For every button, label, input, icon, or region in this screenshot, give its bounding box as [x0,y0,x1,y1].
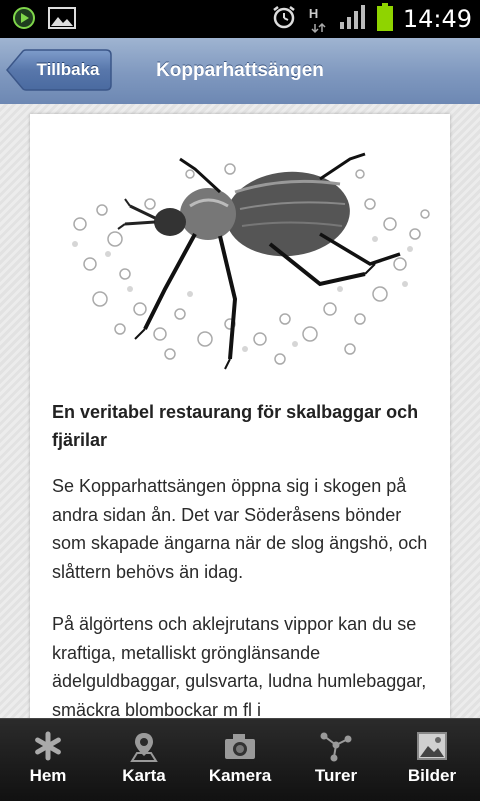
tab-bar: Hem Karta Kamera Turer Bilder [0,718,480,801]
article-heading: En veritabel restaurang för skalbaggar o… [52,402,419,450]
back-button[interactable]: Tillbaka [6,49,112,91]
tab-label: Kamera [208,766,272,785]
beetle-illustration [72,152,430,370]
tab-karta[interactable]: Karta [96,719,192,801]
battery-icon [376,2,393,36]
image-icon [416,731,448,766]
article-paragraph: Se Kopparhattsängen öppna sig i skogen p… [52,476,428,582]
article-card: En veritabel restaurang för skalbaggar o… [30,114,450,718]
signal-icon [339,4,367,35]
tab-hem[interactable]: Hem [0,719,96,801]
tab-label: Turer [314,766,358,785]
camera-icon [223,731,257,766]
article-paragraph: På älgörtens och aklejrutans vippor kan … [52,614,427,718]
alarm-icon [271,4,297,35]
content-area[interactable]: En veritabel restaurang för skalbaggar o… [0,104,480,718]
hspa-data-icon: H [307,4,329,34]
media-player-icon [12,6,36,35]
tab-label: Karta [122,766,166,785]
tab-label: Hem [29,766,67,785]
gallery-icon [48,6,76,35]
asterisk-icon [33,731,63,766]
navigation-header: Tillbaka Kopparhattsängen [0,38,480,105]
tab-turer[interactable]: Turer [288,719,384,801]
status-bar: H 14:49 [0,0,480,38]
page-title: Kopparhattsängen [156,60,324,81]
tab-bilder[interactable]: Bilder [384,719,480,801]
route-icon [319,731,353,768]
back-button-label: Tillbaka [36,60,100,79]
clock: 14:49 [402,5,472,33]
tab-kamera[interactable]: Kamera [192,719,288,801]
map-pin-icon [128,731,160,768]
tab-label: Bilder [407,766,457,785]
